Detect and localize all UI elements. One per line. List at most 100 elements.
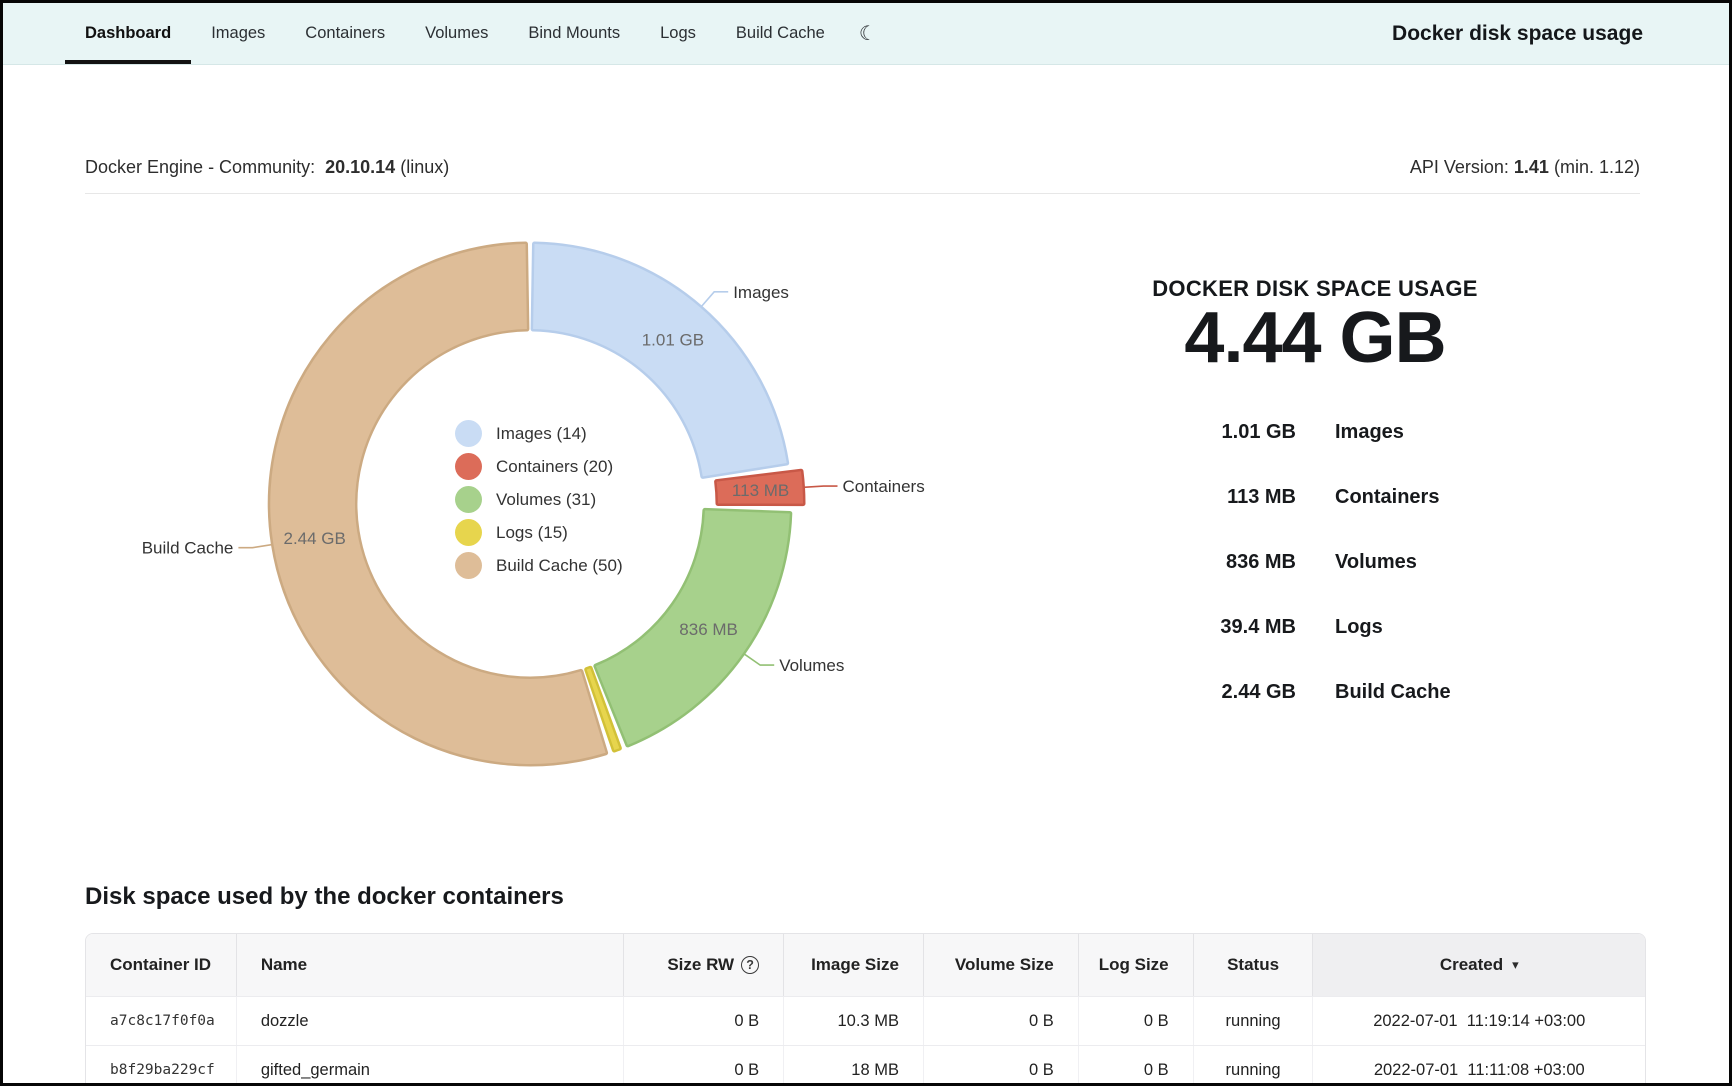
summary-size: 39.4 MB	[1003, 616, 1296, 639]
cell-size-rw: 0 B	[623, 1046, 783, 1086]
legend-item-images[interactable]: Images (14)	[455, 420, 623, 447]
cell-image-size: 18 MB	[783, 1046, 923, 1086]
legend-item-logs[interactable]: Logs (15)	[455, 519, 623, 546]
callout-line	[744, 654, 774, 665]
summary-row-images: 1.01 GB Images	[1003, 400, 1627, 465]
table-body: a7c8c17f0f0adozzle0 B10.3 MB0 B0 Brunnin…	[86, 996, 1645, 1086]
legend-label: Build Cache (50)	[496, 556, 623, 576]
callout-line	[804, 486, 838, 487]
summary-row-volumes: 836 MB Volumes	[1003, 530, 1627, 595]
column-header-container-id[interactable]: Container ID	[86, 934, 236, 996]
sort-desc-icon: ▾	[1512, 957, 1519, 973]
table-row-gifted_germain: b8f29ba229cfgifted_germain0 B18 MB0 B0 B…	[86, 1045, 1645, 1086]
summary-label: Logs	[1335, 616, 1383, 639]
top-navbar: DashboardImagesContainersVolumesBind Mou…	[3, 3, 1729, 65]
nav-item-logs[interactable]: Logs	[640, 3, 716, 64]
nav-item-dashboard[interactable]: Dashboard	[65, 3, 191, 64]
containers-table: Container ID Name Size RW? Image Size Volume…	[85, 933, 1646, 1086]
nav-item-images[interactable]: Images	[191, 3, 285, 64]
cell-log-size: 0 B	[1078, 997, 1193, 1045]
legend-swatch	[455, 420, 482, 447]
legend-item-build-cache[interactable]: Build Cache (50)	[455, 552, 623, 579]
table-row-dozzle: a7c8c17f0f0adozzle0 B10.3 MB0 B0 Brunnin…	[86, 996, 1645, 1045]
summary-size: 113 MB	[1003, 486, 1296, 509]
summary-row-logs: 39.4 MB Logs	[1003, 595, 1627, 660]
legend-label: Containers (20)	[496, 457, 613, 477]
column-header-label: Status	[1227, 955, 1279, 975]
cell-created: 2022-07-01 11:11:08 +03:00	[1312, 1046, 1645, 1086]
segment-callout-label: Containers	[843, 477, 925, 496]
column-header-label: Created	[1440, 955, 1503, 975]
cell-name: dozzle	[236, 997, 623, 1045]
dark-mode-toggle[interactable]: ☾	[845, 3, 891, 64]
cell-name: gifted_germain	[236, 1046, 623, 1086]
segment-callout-label: Build Cache	[142, 539, 234, 558]
disk-usage-donut-chart: 1.01 GB Images 113 MB Containers 836 MB Volum…	[123, 213, 943, 793]
legend-label: Logs (15)	[496, 523, 568, 543]
cell-container-id: b8f29ba229cf	[86, 1046, 236, 1086]
cell-status: running	[1193, 997, 1313, 1045]
cell-status: running	[1193, 1046, 1313, 1086]
legend-swatch	[455, 486, 482, 513]
cell-container-id: a7c8c17f0f0a	[86, 997, 236, 1045]
summary-row-build-cache: 2.44 GB Build Cache	[1003, 660, 1627, 725]
cell-created: 2022-07-01 11:19:14 +03:00	[1312, 997, 1645, 1045]
nav-item-build-cache[interactable]: Build Cache	[716, 3, 845, 64]
column-header-label: Name	[261, 955, 307, 975]
summary-label: Volumes	[1335, 551, 1417, 574]
total-disk-usage: 4.44 GB	[1003, 300, 1627, 376]
summary-row-containers: 113 MB Containers	[1003, 465, 1627, 530]
summary-size: 836 MB	[1003, 551, 1296, 574]
callout-line	[238, 545, 272, 548]
nav-item-volumes[interactable]: Volumes	[405, 3, 508, 64]
legend-label: Volumes (31)	[496, 490, 596, 510]
legend-swatch	[455, 552, 482, 579]
moon-icon: ☾	[859, 21, 877, 46]
chart-legend: Images (14) Containers (20) Volumes (31) Lo…	[455, 420, 623, 585]
divider	[85, 193, 1640, 194]
column-header-label: Volume Size	[955, 955, 1054, 975]
engine-info: Docker Engine - Community: 20.10.14 (lin…	[85, 157, 449, 178]
summary-label: Images	[1335, 421, 1404, 444]
column-header-size-rw[interactable]: Size RW?	[623, 934, 783, 996]
nav-item-containers[interactable]: Containers	[285, 3, 405, 64]
legend-swatch	[455, 519, 482, 546]
nav-spacer	[891, 3, 1392, 64]
cell-log-size: 0 B	[1078, 1046, 1193, 1086]
segment-callout-label: Images	[733, 283, 789, 302]
column-header-log-size[interactable]: Log Size	[1078, 934, 1193, 996]
callout-line	[701, 292, 728, 307]
summary-size: 2.44 GB	[1003, 681, 1296, 704]
cell-volume-size: 0 B	[923, 1046, 1078, 1086]
engine-info-row: Docker Engine - Community: 20.10.14 (lin…	[85, 153, 1640, 181]
column-header-label: Log Size	[1099, 955, 1169, 975]
summary-label: Build Cache	[1335, 681, 1451, 704]
engine-version: 20.10.14	[325, 157, 395, 177]
segment-value-label: 113 MB	[732, 481, 789, 500]
containers-table-heading: Disk space used by the docker containers	[85, 883, 564, 911]
column-header-image-size[interactable]: Image Size	[783, 934, 923, 996]
nav-items: DashboardImagesContainersVolumesBind Mou…	[65, 3, 845, 64]
api-version: 1.41	[1514, 157, 1549, 177]
column-header-name[interactable]: Name	[236, 934, 623, 996]
cell-size-rw: 0 B	[623, 997, 783, 1045]
cell-volume-size: 0 B	[923, 997, 1078, 1045]
column-header-status[interactable]: Status	[1193, 934, 1313, 996]
segment-value-label: 836 MB	[679, 620, 738, 639]
segment-value-label: 2.44 GB	[284, 529, 346, 548]
cell-image-size: 10.3 MB	[783, 997, 923, 1045]
nav-item-bind-mounts[interactable]: Bind Mounts	[508, 3, 640, 64]
column-header-label: Size RW	[667, 955, 734, 975]
legend-label: Images (14)	[496, 424, 587, 444]
column-header-volume-size[interactable]: Volume Size	[923, 934, 1078, 996]
legend-item-containers[interactable]: Containers (20)	[455, 453, 623, 480]
segment-value-label: 1.01 GB	[642, 330, 704, 349]
summary-size: 1.01 GB	[1003, 421, 1296, 444]
table-header-row: Container ID Name Size RW? Image Size Volume…	[86, 934, 1645, 996]
column-header-label: Image Size	[811, 955, 899, 975]
legend-item-volumes[interactable]: Volumes (31)	[455, 486, 623, 513]
app-window: DashboardImagesContainersVolumesBind Mou…	[0, 0, 1732, 1086]
help-icon[interactable]: ?	[741, 956, 759, 974]
column-header-created[interactable]: Created ▾	[1312, 934, 1645, 996]
summary-label: Containers	[1335, 486, 1439, 509]
